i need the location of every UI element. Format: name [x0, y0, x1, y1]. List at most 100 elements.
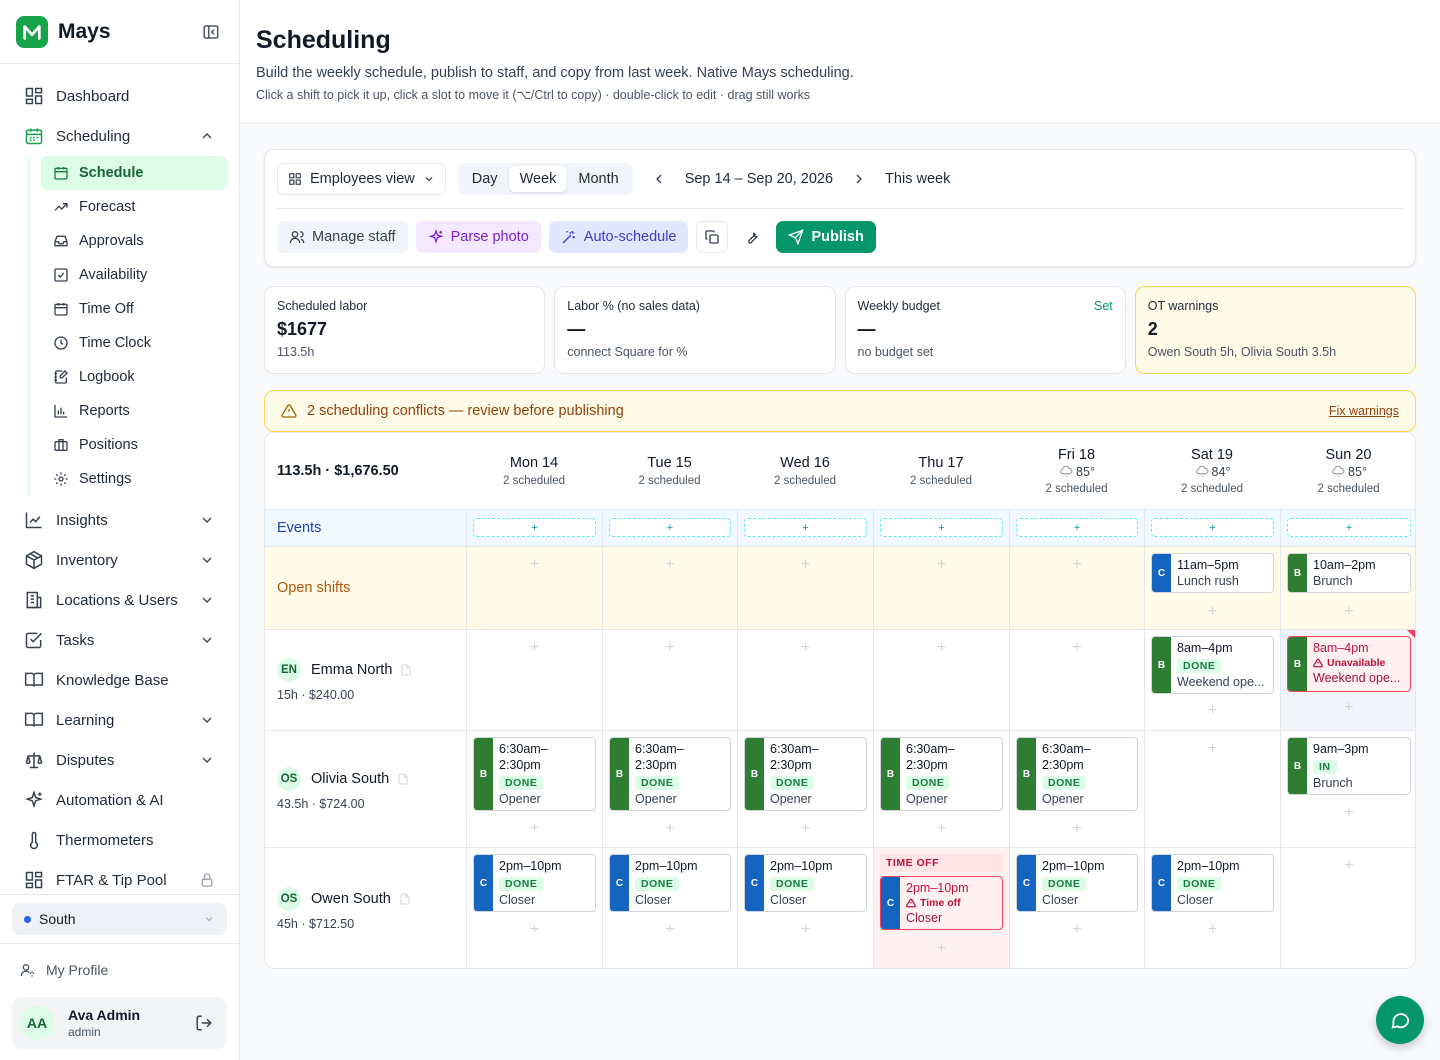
subnav-item-positions[interactable]: Positions [41, 428, 227, 462]
tools-button[interactable] [736, 221, 768, 253]
chevron-down-icon[interactable] [199, 712, 215, 728]
schedule-cell[interactable]: B 6:30am–2:30pm DONE Opener + [1009, 731, 1144, 847]
note-icon[interactable] [400, 663, 412, 677]
schedule-cell[interactable]: C 2pm–10pm DONE Closer + [602, 848, 737, 968]
shift-card[interactable]: C 2pm–10pm Time off Closer [880, 876, 1003, 930]
sidebar-item-disputes[interactable]: Disputes [12, 740, 227, 780]
add-event-button[interactable]: + [744, 518, 867, 537]
shift-card[interactable]: B 6:30am–2:30pm DONE Opener [473, 737, 596, 811]
schedule-cell[interactable]: TIME OFF C 2pm–10pm Time off Closer + [873, 848, 1009, 968]
sidebar-item-scheduling[interactable]: Scheduling [12, 116, 227, 156]
schedule-cell[interactable]: B 8am–4pm DONE Weekend ope... + [1144, 630, 1280, 730]
tab-week[interactable]: Week [508, 166, 568, 192]
shift-card[interactable]: C 11am–5pm Lunch rush [1151, 553, 1274, 593]
prev-week-button[interactable] [645, 165, 673, 193]
note-icon[interactable] [399, 892, 411, 906]
subnav-item-forecast[interactable]: Forecast [41, 190, 227, 224]
tab-month[interactable]: Month [567, 166, 629, 192]
add-shift-button[interactable]: + [1281, 805, 1415, 821]
schedule-cell[interactable]: B 8am–4pm Unavailable Weekend ope... + [1280, 630, 1415, 730]
add-shift-button[interactable]: + [1010, 922, 1144, 938]
shift-card[interactable]: B 9am–3pm IN Brunch [1287, 737, 1411, 795]
add-event-button[interactable]: + [1151, 518, 1274, 537]
chevron-down-icon[interactable] [199, 552, 215, 568]
add-event-button[interactable]: + [473, 518, 596, 537]
chevron-up-icon[interactable] [199, 128, 215, 144]
subnav-item-time-off[interactable]: Time Off [41, 292, 227, 326]
schedule-cell[interactable]: + [1009, 630, 1144, 730]
sidebar-item-learning[interactable]: Learning [12, 700, 227, 740]
add-shift-button[interactable]: + [738, 557, 873, 573]
schedule-cell[interactable]: C 2pm–10pm DONE Closer + [466, 848, 602, 968]
chevron-down-icon[interactable] [199, 752, 215, 768]
add-shift-button[interactable]: + [1010, 640, 1144, 656]
add-shift-button[interactable]: + [1145, 741, 1280, 757]
add-shift-button[interactable]: + [1010, 557, 1144, 573]
open-shift-cell[interactable]: + [1009, 547, 1144, 629]
schedule-cell[interactable]: + [1280, 848, 1415, 968]
subnav-item-settings[interactable]: Settings [41, 462, 227, 496]
add-event-button[interactable]: + [880, 518, 1003, 537]
shift-card[interactable]: B 6:30am–2:30pm DONE Opener [1016, 737, 1138, 811]
publish-button[interactable]: Publish [776, 221, 876, 253]
add-shift-button[interactable]: + [874, 821, 1009, 837]
sidebar-item-dashboard[interactable]: Dashboard [12, 76, 227, 116]
add-shift-button[interactable]: + [603, 922, 737, 938]
schedule-cell[interactable]: C 2pm–10pm DONE Closer + [1009, 848, 1144, 968]
subnav-item-reports[interactable]: Reports [41, 394, 227, 428]
this-week-button[interactable]: This week [885, 171, 950, 187]
subnav-item-availability[interactable]: Availability [41, 258, 227, 292]
schedule-cell[interactable]: B 6:30am–2:30pm DONE Opener + [466, 731, 602, 847]
schedule-cell[interactable]: + [602, 630, 737, 730]
shift-card[interactable]: C 2pm–10pm DONE Closer [609, 854, 731, 912]
add-shift-button[interactable]: + [467, 640, 602, 656]
view-select[interactable]: Employees view [277, 163, 446, 195]
schedule-cell[interactable]: B 9am–3pm IN Brunch + [1280, 731, 1415, 847]
add-event-button[interactable]: + [1287, 518, 1411, 537]
add-shift-button[interactable]: + [1281, 858, 1415, 874]
employee-name[interactable]: Emma North [311, 662, 392, 678]
subnav-item-schedule[interactable]: Schedule [41, 156, 227, 190]
add-shift-button[interactable]: + [1281, 604, 1415, 620]
open-shift-cell[interactable]: + [466, 547, 602, 629]
add-shift-button[interactable]: + [874, 557, 1009, 573]
add-shift-button[interactable]: + [1281, 700, 1415, 716]
schedule-cell[interactable]: B 6:30am–2:30pm DONE Opener + [873, 731, 1009, 847]
add-shift-button[interactable]: + [874, 640, 1009, 656]
schedule-cell[interactable]: + [737, 630, 873, 730]
next-week-button[interactable] [845, 165, 873, 193]
tab-day[interactable]: Day [461, 166, 509, 192]
sidebar-item-inventory[interactable]: Inventory [12, 540, 227, 580]
chevron-down-icon[interactable] [199, 592, 215, 608]
add-shift-button[interactable]: + [467, 821, 602, 837]
chat-button[interactable] [1376, 996, 1424, 1044]
mays-logo-icon[interactable] [16, 15, 48, 48]
set-budget-link[interactable]: Set [1094, 299, 1113, 313]
schedule-cell[interactable]: B 6:30am–2:30pm DONE Opener + [602, 731, 737, 847]
employee-name[interactable]: Olivia South [311, 771, 389, 787]
add-shift-button[interactable]: + [467, 922, 602, 938]
add-shift-button[interactable]: + [1145, 922, 1280, 938]
shift-card[interactable]: B 8am–4pm DONE Weekend ope... [1151, 636, 1274, 694]
sidebar-item-knowledge-base[interactable]: Knowledge Base [12, 660, 227, 700]
add-shift-button[interactable]: + [1145, 604, 1280, 620]
schedule-cell[interactable]: C 2pm–10pm DONE Closer + [1144, 848, 1280, 968]
open-shift-cell[interactable]: C 11am–5pm Lunch rush + [1144, 547, 1280, 629]
add-event-button[interactable]: + [609, 518, 731, 537]
add-shift-button[interactable]: + [738, 821, 873, 837]
schedule-cell[interactable]: + [873, 630, 1009, 730]
open-shift-cell[interactable]: + [737, 547, 873, 629]
add-shift-button[interactable]: + [874, 941, 1009, 957]
open-shift-cell[interactable]: + [873, 547, 1009, 629]
schedule-cell[interactable]: + [466, 630, 602, 730]
sidebar-item-tasks[interactable]: Tasks [12, 620, 227, 660]
shift-card[interactable]: B 6:30am–2:30pm DONE Opener [880, 737, 1003, 811]
add-shift-button[interactable]: + [1145, 703, 1280, 719]
note-icon[interactable] [397, 772, 409, 786]
manage-staff-button[interactable]: Manage staff [277, 221, 408, 253]
add-shift-button[interactable]: + [603, 640, 737, 656]
sidebar-item-locations-users[interactable]: Locations & Users [12, 580, 227, 620]
fix-warnings-link[interactable]: Fix warnings [1329, 404, 1399, 418]
auto-schedule-button[interactable]: Auto-schedule [548, 221, 689, 253]
parse-photo-button[interactable]: Parse photo [415, 221, 541, 253]
